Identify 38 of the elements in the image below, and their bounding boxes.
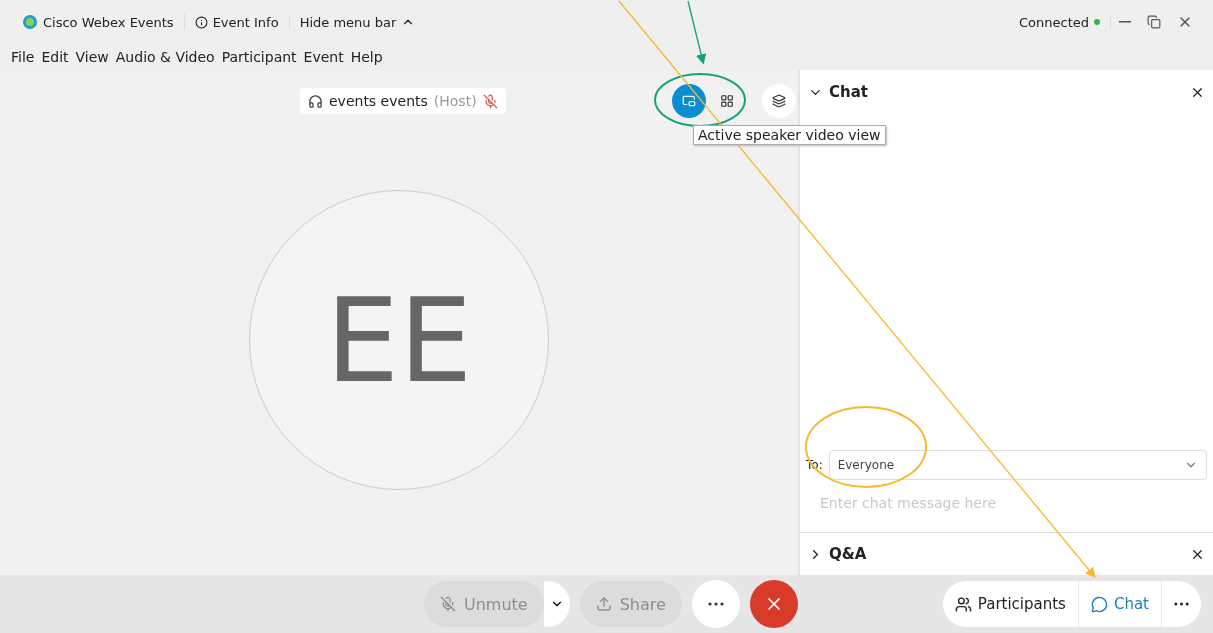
menu-item[interactable]: File <box>11 49 35 65</box>
people-icon <box>954 595 972 613</box>
chat-bubble-icon <box>1090 595 1108 613</box>
panel-title: Q&A <box>829 545 868 563</box>
menu-item[interactable]: Edit <box>41 49 69 65</box>
menu-item[interactable]: Participant <box>221 49 297 65</box>
more-icon <box>1174 602 1189 606</box>
restore-icon <box>1147 15 1161 29</box>
hide-menu-bar-button[interactable]: Hide menu bar <box>289 14 426 30</box>
muted-mic-icon <box>440 596 456 612</box>
speaker-view-button[interactable] <box>671 84 706 118</box>
menu-item[interactable]: Help <box>350 49 383 65</box>
chat-button[interactable]: Chat <box>1077 581 1161 627</box>
app-title: Cisco Webex Events <box>43 14 174 30</box>
recipient-select[interactable]: Everyone <box>828 450 1207 480</box>
status-dot <box>1094 19 1100 25</box>
speaker-role: (Host) <box>433 93 477 109</box>
app-logo-icon <box>22 14 38 30</box>
participants-button[interactable]: Participants <box>942 581 1078 627</box>
avatar: EE <box>249 190 549 490</box>
stacked-windows-icon <box>771 94 786 108</box>
event-info-button[interactable]: Event Info <box>184 14 290 30</box>
popout-button[interactable] <box>761 84 796 118</box>
grid-icon <box>719 94 734 108</box>
speaker-view-icon <box>681 94 696 108</box>
minimize-icon <box>1119 21 1131 23</box>
menu-item[interactable]: Audio & Video <box>115 49 215 65</box>
upload-icon <box>595 596 612 612</box>
connection-status: Connected <box>1019 14 1089 30</box>
panel-title: Chat <box>829 83 869 101</box>
tooltip: Active speaker video view <box>693 125 886 145</box>
speaker-name: events events <box>329 93 428 109</box>
more-icon <box>707 602 724 606</box>
headset-icon <box>308 93 323 109</box>
leave-button[interactable] <box>749 580 798 628</box>
info-icon <box>194 15 208 29</box>
menu-item[interactable]: Event <box>303 49 344 65</box>
menu-item[interactable]: View <box>75 49 109 65</box>
